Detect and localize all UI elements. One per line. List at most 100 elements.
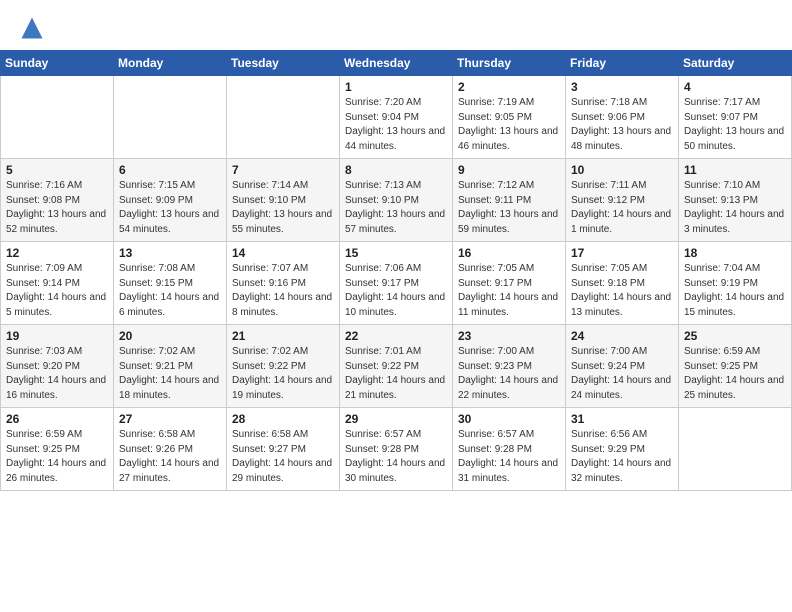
calendar-cell: 25 Sunrise: 6:59 AMSunset: 9:25 PMDaylig… [679, 325, 792, 408]
day-info: Sunrise: 7:13 AMSunset: 9:10 PMDaylight:… [345, 179, 447, 237]
day-number: 29 [345, 412, 447, 426]
day-info: Sunrise: 7:20 AMSunset: 9:04 PMDaylight:… [345, 96, 447, 154]
day-number: 5 [6, 163, 108, 177]
calendar-cell: 24 Sunrise: 7:00 AMSunset: 9:24 PMDaylig… [566, 325, 679, 408]
calendar-cell: 31 Sunrise: 6:56 AMSunset: 9:29 PMDaylig… [566, 408, 679, 491]
day-number: 22 [345, 329, 447, 343]
day-info: Sunrise: 6:59 AMSunset: 9:25 PMDaylight:… [684, 345, 786, 403]
calendar-cell: 7 Sunrise: 7:14 AMSunset: 9:10 PMDayligh… [227, 159, 340, 242]
day-number: 13 [119, 246, 221, 260]
calendar-cell: 8 Sunrise: 7:13 AMSunset: 9:10 PMDayligh… [340, 159, 453, 242]
calendar-week-row: 19 Sunrise: 7:03 AMSunset: 9:20 PMDaylig… [1, 325, 792, 408]
day-info: Sunrise: 7:17 AMSunset: 9:07 PMDaylight:… [684, 96, 786, 154]
day-number: 27 [119, 412, 221, 426]
day-number: 14 [232, 246, 334, 260]
column-header-tuesday: Tuesday [227, 51, 340, 76]
day-number: 19 [6, 329, 108, 343]
day-info: Sunrise: 7:03 AMSunset: 9:20 PMDaylight:… [6, 345, 108, 403]
calendar-cell: 26 Sunrise: 6:59 AMSunset: 9:25 PMDaylig… [1, 408, 114, 491]
day-number: 17 [571, 246, 673, 260]
day-number: 21 [232, 329, 334, 343]
day-number: 1 [345, 80, 447, 94]
day-info: Sunrise: 6:57 AMSunset: 9:28 PMDaylight:… [345, 428, 447, 486]
day-info: Sunrise: 7:09 AMSunset: 9:14 PMDaylight:… [6, 262, 108, 320]
day-info: Sunrise: 7:11 AMSunset: 9:12 PMDaylight:… [571, 179, 673, 237]
column-header-saturday: Saturday [679, 51, 792, 76]
day-number: 8 [345, 163, 447, 177]
day-number: 31 [571, 412, 673, 426]
calendar-cell: 15 Sunrise: 7:06 AMSunset: 9:17 PMDaylig… [340, 242, 453, 325]
calendar-header-row: SundayMondayTuesdayWednesdayThursdayFrid… [1, 51, 792, 76]
column-header-friday: Friday [566, 51, 679, 76]
calendar-cell: 27 Sunrise: 6:58 AMSunset: 9:26 PMDaylig… [114, 408, 227, 491]
calendar-cell: 6 Sunrise: 7:15 AMSunset: 9:09 PMDayligh… [114, 159, 227, 242]
day-info: Sunrise: 7:07 AMSunset: 9:16 PMDaylight:… [232, 262, 334, 320]
day-number: 3 [571, 80, 673, 94]
calendar-cell: 11 Sunrise: 7:10 AMSunset: 9:13 PMDaylig… [679, 159, 792, 242]
calendar-cell: 14 Sunrise: 7:07 AMSunset: 9:16 PMDaylig… [227, 242, 340, 325]
day-number: 9 [458, 163, 560, 177]
day-info: Sunrise: 7:06 AMSunset: 9:17 PMDaylight:… [345, 262, 447, 320]
day-info: Sunrise: 7:05 AMSunset: 9:17 PMDaylight:… [458, 262, 560, 320]
calendar-week-row: 1 Sunrise: 7:20 AMSunset: 9:04 PMDayligh… [1, 76, 792, 159]
day-info: Sunrise: 7:02 AMSunset: 9:22 PMDaylight:… [232, 345, 334, 403]
column-header-wednesday: Wednesday [340, 51, 453, 76]
day-number: 4 [684, 80, 786, 94]
day-info: Sunrise: 7:18 AMSunset: 9:06 PMDaylight:… [571, 96, 673, 154]
calendar-cell: 30 Sunrise: 6:57 AMSunset: 9:28 PMDaylig… [453, 408, 566, 491]
calendar-cell: 28 Sunrise: 6:58 AMSunset: 9:27 PMDaylig… [227, 408, 340, 491]
day-info: Sunrise: 7:04 AMSunset: 9:19 PMDaylight:… [684, 262, 786, 320]
column-header-monday: Monday [114, 51, 227, 76]
day-info: Sunrise: 7:15 AMSunset: 9:09 PMDaylight:… [119, 179, 221, 237]
day-info: Sunrise: 7:19 AMSunset: 9:05 PMDaylight:… [458, 96, 560, 154]
day-number: 10 [571, 163, 673, 177]
calendar-cell: 9 Sunrise: 7:12 AMSunset: 9:11 PMDayligh… [453, 159, 566, 242]
calendar-cell: 4 Sunrise: 7:17 AMSunset: 9:07 PMDayligh… [679, 76, 792, 159]
day-info: Sunrise: 7:02 AMSunset: 9:21 PMDaylight:… [119, 345, 221, 403]
calendar-cell: 22 Sunrise: 7:01 AMSunset: 9:22 PMDaylig… [340, 325, 453, 408]
calendar-cell: 18 Sunrise: 7:04 AMSunset: 9:19 PMDaylig… [679, 242, 792, 325]
day-info: Sunrise: 7:00 AMSunset: 9:23 PMDaylight:… [458, 345, 560, 403]
day-number: 7 [232, 163, 334, 177]
calendar-cell [227, 76, 340, 159]
calendar-cell: 16 Sunrise: 7:05 AMSunset: 9:17 PMDaylig… [453, 242, 566, 325]
calendar-cell: 29 Sunrise: 6:57 AMSunset: 9:28 PMDaylig… [340, 408, 453, 491]
calendar-cell: 5 Sunrise: 7:16 AMSunset: 9:08 PMDayligh… [1, 159, 114, 242]
day-info: Sunrise: 6:56 AMSunset: 9:29 PMDaylight:… [571, 428, 673, 486]
calendar-cell: 13 Sunrise: 7:08 AMSunset: 9:15 PMDaylig… [114, 242, 227, 325]
calendar-cell [1, 76, 114, 159]
calendar-cell: 23 Sunrise: 7:00 AMSunset: 9:23 PMDaylig… [453, 325, 566, 408]
day-number: 18 [684, 246, 786, 260]
day-number: 12 [6, 246, 108, 260]
day-info: Sunrise: 7:08 AMSunset: 9:15 PMDaylight:… [119, 262, 221, 320]
day-info: Sunrise: 7:01 AMSunset: 9:22 PMDaylight:… [345, 345, 447, 403]
column-header-thursday: Thursday [453, 51, 566, 76]
day-number: 28 [232, 412, 334, 426]
day-number: 15 [345, 246, 447, 260]
day-number: 30 [458, 412, 560, 426]
calendar-cell: 2 Sunrise: 7:19 AMSunset: 9:05 PMDayligh… [453, 76, 566, 159]
day-info: Sunrise: 6:58 AMSunset: 9:26 PMDaylight:… [119, 428, 221, 486]
calendar-cell: 20 Sunrise: 7:02 AMSunset: 9:21 PMDaylig… [114, 325, 227, 408]
calendar-cell: 3 Sunrise: 7:18 AMSunset: 9:06 PMDayligh… [566, 76, 679, 159]
day-number: 6 [119, 163, 221, 177]
calendar-cell: 12 Sunrise: 7:09 AMSunset: 9:14 PMDaylig… [1, 242, 114, 325]
day-number: 2 [458, 80, 560, 94]
calendar-cell [114, 76, 227, 159]
calendar-week-row: 26 Sunrise: 6:59 AMSunset: 9:25 PMDaylig… [1, 408, 792, 491]
calendar-table: SundayMondayTuesdayWednesdayThursdayFrid… [0, 50, 792, 491]
calendar-week-row: 5 Sunrise: 7:16 AMSunset: 9:08 PMDayligh… [1, 159, 792, 242]
calendar-cell: 21 Sunrise: 7:02 AMSunset: 9:22 PMDaylig… [227, 325, 340, 408]
logo [18, 14, 50, 42]
day-info: Sunrise: 7:16 AMSunset: 9:08 PMDaylight:… [6, 179, 108, 237]
page-header [0, 0, 792, 48]
day-info: Sunrise: 6:59 AMSunset: 9:25 PMDaylight:… [6, 428, 108, 486]
calendar-cell: 19 Sunrise: 7:03 AMSunset: 9:20 PMDaylig… [1, 325, 114, 408]
day-number: 23 [458, 329, 560, 343]
calendar-cell: 10 Sunrise: 7:11 AMSunset: 9:12 PMDaylig… [566, 159, 679, 242]
day-info: Sunrise: 6:57 AMSunset: 9:28 PMDaylight:… [458, 428, 560, 486]
calendar-cell: 1 Sunrise: 7:20 AMSunset: 9:04 PMDayligh… [340, 76, 453, 159]
day-info: Sunrise: 7:10 AMSunset: 9:13 PMDaylight:… [684, 179, 786, 237]
day-number: 11 [684, 163, 786, 177]
day-info: Sunrise: 6:58 AMSunset: 9:27 PMDaylight:… [232, 428, 334, 486]
